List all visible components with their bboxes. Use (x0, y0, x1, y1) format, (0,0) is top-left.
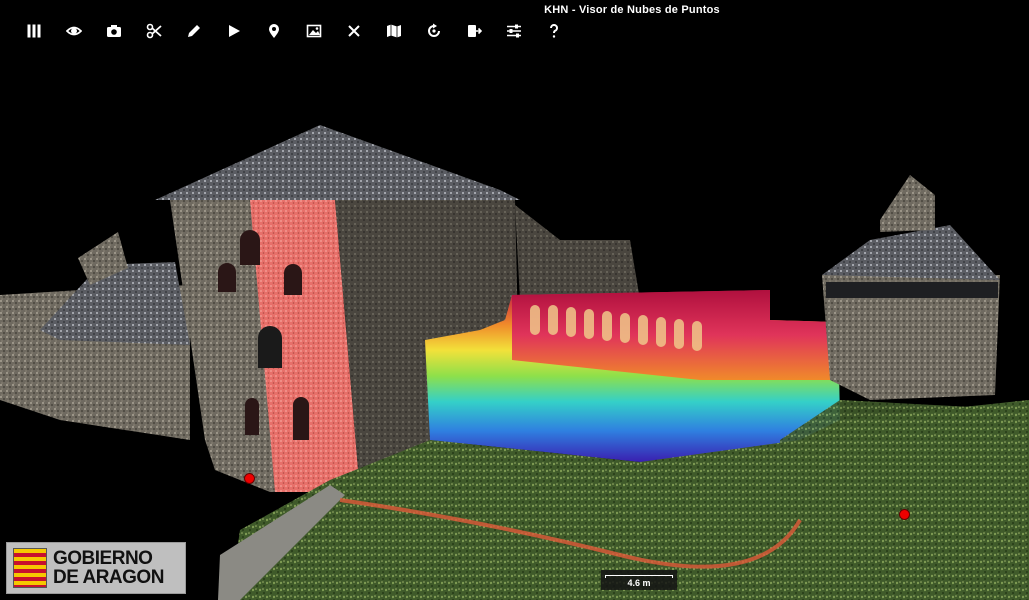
annotation-marker[interactable] (244, 473, 255, 484)
draw-button[interactable] (174, 20, 214, 42)
location-button[interactable] (254, 20, 294, 42)
settings-button[interactable] (494, 20, 534, 42)
point-cloud-viewer[interactable]: KHN - Visor de Nubes de Puntos GOBIERNO … (0, 0, 1029, 600)
rotate-icon (428, 23, 440, 37)
close-icon (348, 25, 360, 37)
ruins-wall (515, 205, 640, 300)
map-icon (387, 24, 401, 38)
clip-button[interactable] (134, 20, 174, 42)
play-icon (229, 25, 240, 37)
eye-icon (66, 26, 82, 36)
sliders-icon (507, 24, 521, 38)
map-pin-icon (269, 24, 279, 38)
menu-button[interactable] (14, 20, 54, 42)
logo-line-2: DE ARAGON (53, 567, 164, 588)
aragon-flag-icon (13, 548, 47, 588)
image-button[interactable] (294, 20, 334, 42)
camera-icon (107, 25, 121, 37)
menu-icon (27, 24, 41, 38)
play-button[interactable] (214, 20, 254, 42)
image-icon (306, 24, 322, 38)
help-button[interactable] (534, 20, 574, 42)
help-icon (549, 24, 558, 38)
toolbar (14, 20, 574, 42)
visibility-button[interactable] (54, 20, 94, 42)
gobierno-aragon-logo: GOBIERNO DE ARAGON (6, 542, 186, 594)
logo-text: GOBIERNO DE ARAGON (53, 549, 164, 587)
right-round-tower (822, 175, 1000, 400)
app-title: KHN - Visor de Nubes de Puntos (544, 4, 720, 16)
scale-label: 4.6 m (627, 578, 651, 588)
scissors-icon (146, 23, 162, 39)
rotate-button[interactable] (414, 20, 454, 42)
annotation-marker[interactable] (899, 509, 910, 520)
screenshot-button[interactable] (94, 20, 134, 42)
logo-line-1: GOBIERNO (53, 548, 153, 569)
export-button[interactable] (454, 20, 494, 42)
clear-button[interactable] (334, 20, 374, 42)
left-wing-building (0, 232, 190, 440)
export-icon (468, 25, 482, 37)
scale-bar: 4.6 m (601, 570, 677, 590)
pencil-icon (188, 25, 200, 37)
point-cloud-canvas[interactable] (0, 0, 1029, 600)
map-button[interactable] (374, 20, 414, 42)
